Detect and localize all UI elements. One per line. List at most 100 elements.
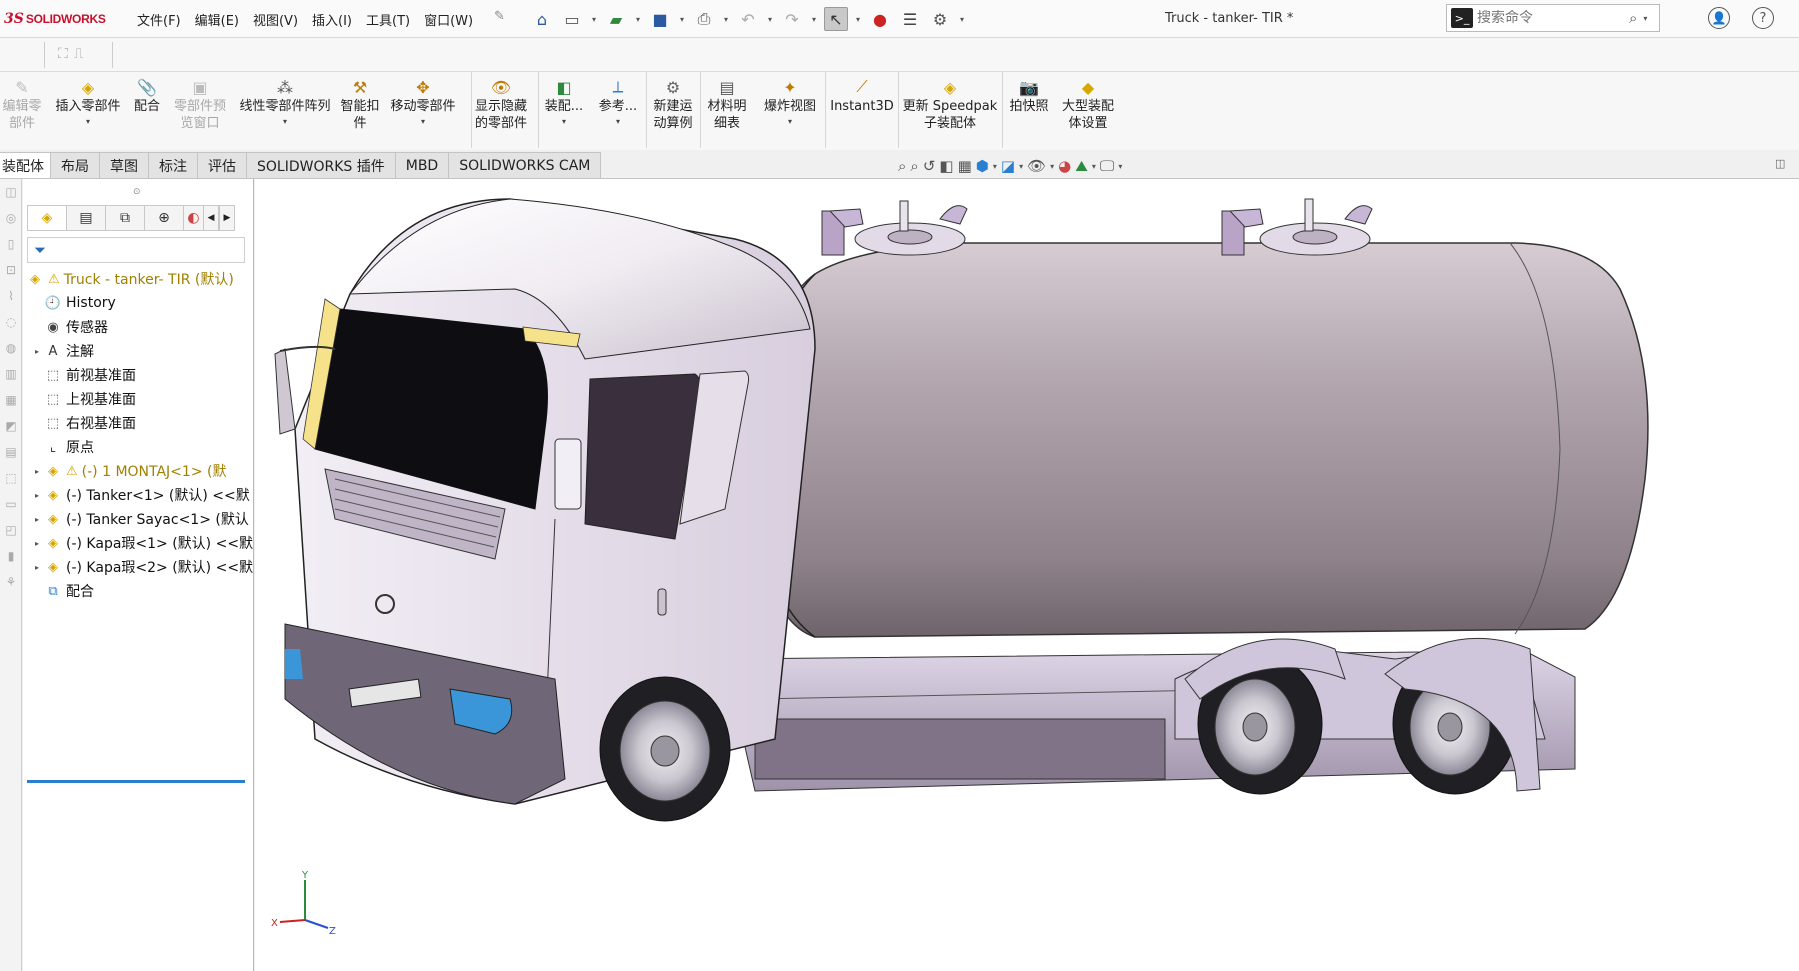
chevron-down-icon[interactable]: ▾: [1019, 162, 1023, 171]
view-orientation-icon[interactable]: ⬢: [976, 157, 989, 175]
display-style-icon[interactable]: ◪: [1001, 157, 1015, 175]
menu-edit[interactable]: 编辑(E): [188, 10, 246, 29]
menu-tools[interactable]: 工具(T): [359, 10, 417, 29]
menu-file[interactable]: 文件(F): [130, 10, 188, 29]
update-speedpak-button[interactable]: ◈ 更新 Speedpak 子装配体: [902, 74, 998, 148]
view-settings-icon[interactable]: 🖵: [1100, 157, 1114, 175]
tree-item[interactable]: ⌞ 原点: [23, 435, 254, 459]
tree-filter[interactable]: ⏷: [27, 237, 245, 263]
configuration-manager-tab-icon[interactable]: ⧉: [105, 205, 144, 231]
chevron-down-icon[interactable]: ▾: [993, 162, 997, 171]
chevron-down-icon[interactable]: ▾: [788, 117, 792, 126]
mate-button[interactable]: 📎 配合: [130, 74, 164, 148]
instant3d-button[interactable]: ⟋ Instant3D: [830, 74, 894, 148]
menu-insert[interactable]: 插入(I): [305, 10, 359, 29]
strip-tool-icon[interactable]: ▤: [1, 445, 21, 465]
large-assembly-settings-button[interactable]: ◆ 大型装配 体设置: [1058, 74, 1118, 148]
print-dropdown-icon[interactable]: ▾: [722, 15, 730, 24]
new-motion-study-button[interactable]: ⚙ 新建运 动算例: [650, 74, 696, 148]
strip-tool-icon[interactable]: ▯: [1, 237, 21, 257]
new-dropdown-icon[interactable]: ▾: [590, 15, 598, 24]
options-gear-icon[interactable]: ⚙: [928, 7, 952, 31]
chevron-right-icon[interactable]: ▶: [219, 205, 235, 231]
pin-icon[interactable]: ✎: [494, 9, 505, 24]
strip-tool-icon[interactable]: ⊡: [1, 263, 21, 283]
save-icon[interactable]: ■: [648, 7, 672, 31]
chevron-down-icon[interactable]: ▾: [562, 117, 566, 126]
strip-tool-icon[interactable]: ⬚: [1, 471, 21, 491]
redo-dropdown-icon[interactable]: ▾: [810, 15, 818, 24]
hide-show-items-icon[interactable]: 👁: [1027, 157, 1046, 175]
home-icon[interactable]: ⌂: [530, 7, 554, 31]
strip-tool-icon[interactable]: ▦: [1, 393, 21, 413]
search-input[interactable]: [1477, 10, 1627, 26]
chevron-down-icon[interactable]: ▾: [1050, 162, 1054, 171]
bill-of-materials-button[interactable]: ▤ 材料明 细表: [704, 74, 750, 148]
tank-hatch-rear[interactable]: [1221, 198, 1373, 256]
front-wheel[interactable]: [599, 676, 731, 822]
chevron-right-icon[interactable]: ▸: [31, 563, 43, 572]
context-tools-icon[interactable]: ⛶⎍: [58, 46, 90, 62]
rollback-bar[interactable]: [27, 780, 245, 783]
tree-item[interactable]: ▸ ◈ (-) Kapa瑕<1> (默认) <<默: [23, 531, 254, 555]
menu-view[interactable]: 视图(V): [246, 10, 305, 29]
property-manager-tab-icon[interactable]: ▤: [66, 205, 105, 231]
truck-model[interactable]: [255, 179, 1799, 971]
search-icon[interactable]: ⌕: [1629, 9, 1637, 27]
dynamic-annotation-icon[interactable]: ▦: [958, 157, 972, 175]
options-dropdown-icon[interactable]: ▾: [958, 15, 966, 24]
show-hidden-button[interactable]: 👁 显示隐藏 的零部件: [470, 74, 532, 148]
tree-item[interactable]: ⧉ 配合: [23, 579, 254, 603]
tab-addins[interactable]: SOLIDWORKS 插件: [247, 152, 396, 179]
app-logo[interactable]: 3S SOLIDWORKS: [4, 9, 106, 29]
chevron-down-icon[interactable]: ▾: [421, 117, 425, 126]
tank-body[interactable]: [752, 242, 1649, 638]
user-account-icon[interactable]: 👤: [1708, 7, 1730, 29]
chevron-down-icon[interactable]: ▾: [1118, 162, 1122, 171]
file-properties-icon[interactable]: ☰: [898, 7, 922, 31]
tab-markup[interactable]: 标注: [149, 152, 198, 179]
undo-dropdown-icon[interactable]: ▾: [766, 15, 774, 24]
expand-panel-icon[interactable]: ◫: [1775, 157, 1785, 170]
save-dropdown-icon[interactable]: ▾: [678, 15, 686, 24]
chevron-right-icon[interactable]: ▸: [31, 347, 43, 356]
dimxpert-tab-icon[interactable]: ⊕: [144, 205, 183, 231]
chevron-right-icon[interactable]: ▸: [31, 515, 43, 524]
chevron-right-icon[interactable]: ▸: [31, 467, 43, 476]
insert-component-button[interactable]: ◈ 插入零部件 ▾: [50, 74, 126, 148]
chevron-down-icon[interactable]: ▾: [86, 117, 90, 126]
assembly-features-button[interactable]: ◧ 装配... ▾: [542, 74, 586, 148]
chevron-down-icon[interactable]: ▾: [283, 117, 287, 126]
print-icon[interactable]: ⎙: [692, 7, 716, 31]
chevron-right-icon[interactable]: ▸: [31, 491, 43, 500]
strip-tool-icon[interactable]: ▭: [1, 497, 21, 517]
strip-tool-icon[interactable]: ⌇: [1, 289, 21, 309]
zoom-to-fit-icon[interactable]: ⌕: [898, 157, 906, 175]
undo-icon[interactable]: ↶: [736, 7, 760, 31]
apply-scene-icon[interactable]: ⛰: [1075, 157, 1088, 175]
exploded-view-button[interactable]: ✦ 爆炸视图 ▾: [760, 74, 820, 148]
open-dropdown-icon[interactable]: ▾: [634, 15, 642, 24]
tree-item[interactable]: ◉ 传感器: [23, 315, 254, 339]
reference-geometry-button[interactable]: ⟂ 参考... ▾: [596, 74, 640, 148]
new-document-icon[interactable]: ▭: [560, 7, 584, 31]
take-snapshot-button[interactable]: 📷 拍快照: [1006, 74, 1052, 148]
strip-tool-icon[interactable]: ◌: [1, 315, 21, 335]
tree-item[interactable]: ⬚ 上视基准面: [23, 387, 254, 411]
strip-tool-icon[interactable]: ▥: [1, 367, 21, 387]
tab-mbd[interactable]: MBD: [395, 152, 450, 179]
component-preview-button[interactable]: ▣ 零部件预 览窗口: [168, 74, 232, 148]
tree-item[interactable]: ▸ ◈ (-) Kapa瑕<2> (默认) <<默: [23, 555, 254, 579]
previous-view-icon[interactable]: ↺: [923, 157, 936, 175]
section-view-icon[interactable]: ◧: [939, 157, 953, 175]
graphics-area[interactable]: [255, 179, 1799, 971]
strip-tool-icon[interactable]: ◩: [1, 419, 21, 439]
tree-item[interactable]: ▸ A 注解: [23, 339, 254, 363]
tree-item[interactable]: 🕘 History: [23, 291, 254, 315]
move-component-button[interactable]: ✥ 移动零部件 ▾: [386, 74, 460, 148]
panel-grip-icon[interactable]: ⊙: [133, 187, 141, 197]
edit-component-button[interactable]: ✎ 编辑零 部件: [0, 74, 44, 148]
strip-tool-icon[interactable]: ◫: [1, 185, 21, 205]
strip-tool-icon[interactable]: ◍: [1, 341, 21, 361]
zoom-to-area-icon[interactable]: ⌕: [910, 157, 918, 175]
